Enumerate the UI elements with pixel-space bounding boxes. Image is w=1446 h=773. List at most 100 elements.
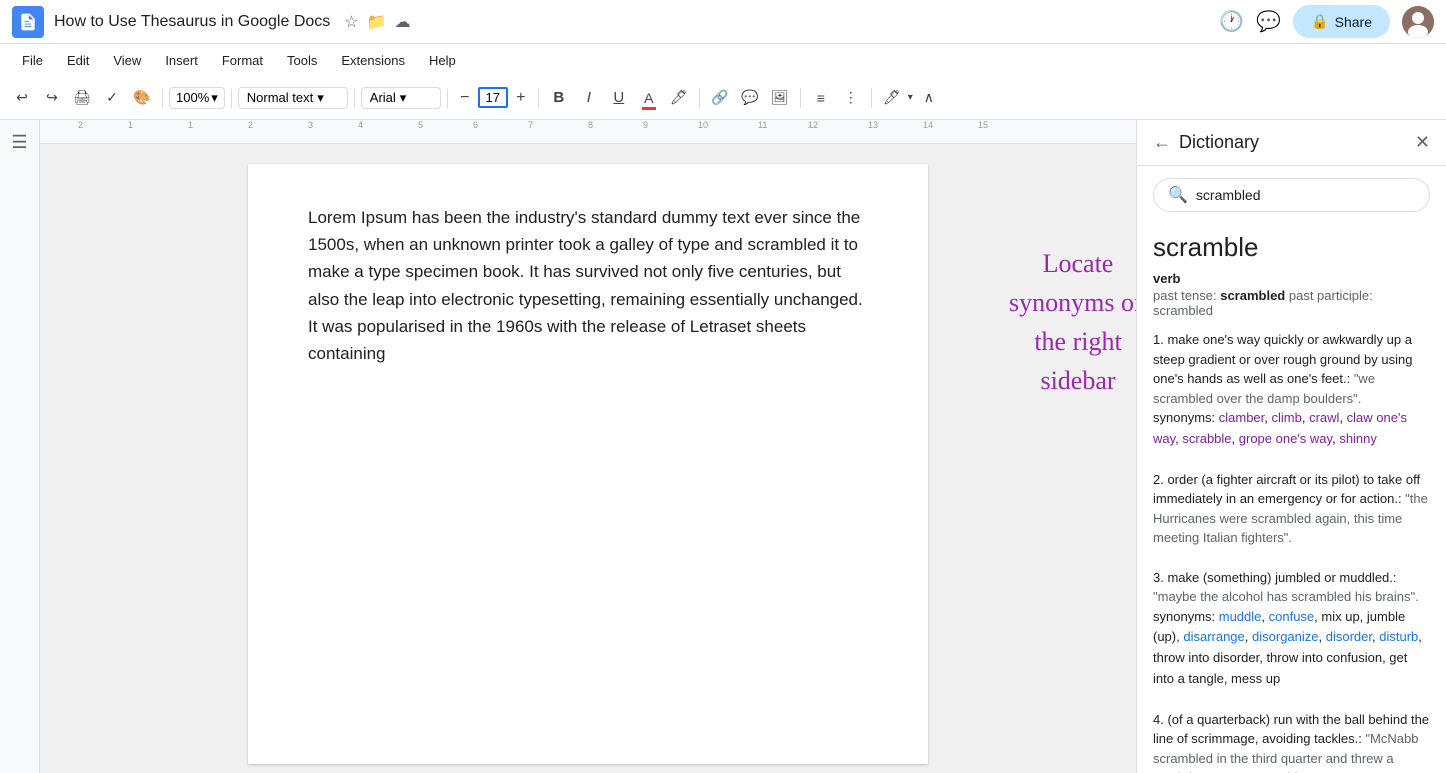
syn-shinny[interactable]: shinny — [1339, 431, 1377, 446]
dict-def-3: 3. make (something) jumbled or muddled.:… — [1153, 568, 1430, 690]
syn-disarrange[interactable]: disarrange — [1183, 629, 1244, 644]
history-icon[interactable]: 🕐 — [1219, 9, 1244, 34]
text-color-bar — [642, 107, 656, 110]
syn-grope[interactable]: grope one's way — [1239, 431, 1332, 446]
syn-disorder[interactable]: disorder — [1326, 629, 1372, 644]
font-dropdown[interactable]: Arial ▾ — [361, 87, 441, 109]
ruler-content: 2 1 1 2 3 4 5 6 7 8 9 10 11 12 13 14 15 — [48, 120, 1128, 143]
user-avatar[interactable] — [1402, 6, 1434, 38]
menu-insert[interactable]: Insert — [155, 49, 208, 72]
syn-muddle[interactable]: muddle — [1219, 609, 1262, 624]
font-size-control: − 17 + — [454, 87, 532, 109]
separator-4 — [447, 88, 448, 108]
text-color-button[interactable]: A — [635, 84, 663, 112]
menu-help[interactable]: Help — [419, 49, 466, 72]
redo-button[interactable]: ↪ — [38, 84, 66, 112]
search-icon: 🔍 — [1168, 185, 1188, 205]
highlight-button[interactable]: 🖊 — [665, 84, 693, 112]
spellcheck-button[interactable]: ✓ — [98, 84, 126, 112]
dict-search-input[interactable] — [1196, 187, 1415, 203]
dict-def-1-text: 1. make one's way quickly or awkwardly u… — [1153, 332, 1412, 406]
main-area: ☰ 2 1 1 2 3 4 5 6 7 8 9 10 11 12 13 14 — [0, 120, 1446, 773]
zoom-value: 100% — [176, 90, 209, 105]
comment-button[interactable]: 💬 — [736, 84, 764, 112]
font-size-increase[interactable]: + — [510, 87, 532, 109]
zoom-dropdown[interactable]: 100% ▾ — [169, 87, 225, 109]
title-right: 🕐 💬 🔒 Share — [1219, 5, 1434, 38]
dict-def-4: 4. (of a quarterback) run with the ball … — [1153, 710, 1430, 773]
star-icon[interactable]: ☆ — [344, 12, 358, 32]
ruler-mark: 4 — [358, 120, 363, 130]
ruler-mark: 12 — [808, 120, 818, 130]
pen-button[interactable]: 🖊 — [878, 84, 906, 112]
menu-tools[interactable]: Tools — [277, 49, 327, 72]
separator-8 — [871, 88, 872, 108]
dict-part-of-speech: verb — [1137, 267, 1446, 286]
font-size-decrease[interactable]: − — [454, 87, 476, 109]
document-body[interactable]: Lorem Ipsum has been the industry's stan… — [308, 204, 868, 367]
document-area: 2 1 1 2 3 4 5 6 7 8 9 10 11 12 13 14 15 — [40, 120, 1136, 773]
undo-button[interactable]: ↩ — [8, 84, 36, 112]
style-value: Normal text — [247, 90, 313, 105]
align-button[interactable]: ≡ — [807, 84, 835, 112]
menu-extensions[interactable]: Extensions — [331, 49, 415, 72]
bold-button[interactable]: B — [545, 84, 573, 112]
collapse-toolbar-button[interactable]: ∧ — [915, 84, 943, 112]
toolbar: ↩ ↪ 🖨 ✓ 🎨 100% ▾ Normal text ▾ Arial ▾ −… — [0, 76, 1446, 120]
style-chevron: ▾ — [317, 90, 324, 106]
dict-def-1-synonyms: synonyms: clamber, climb, crawl, claw on… — [1153, 408, 1430, 450]
syn-disorganize[interactable]: disorganize — [1252, 629, 1319, 644]
syn-confuse[interactable]: confuse — [1269, 609, 1315, 624]
ruler-mark: 5 — [418, 120, 423, 130]
ruler-mark: 8 — [588, 120, 593, 130]
app-icon — [12, 6, 44, 38]
menu-format[interactable]: Format — [212, 49, 273, 72]
dict-title: Dictionary — [1179, 132, 1407, 153]
dict-def-2: 2. order (a fighter aircraft or its pilo… — [1153, 470, 1430, 548]
document-page: Lorem Ipsum has been the industry's stan… — [248, 164, 928, 764]
link-button[interactable]: 🔗 — [706, 84, 734, 112]
outline-icon[interactable]: ☰ — [11, 132, 27, 153]
menu-edit[interactable]: Edit — [57, 49, 99, 72]
style-dropdown[interactable]: Normal text ▾ — [238, 87, 348, 109]
chat-icon[interactable]: 💬 — [1256, 9, 1281, 34]
italic-button[interactable]: I — [575, 84, 603, 112]
image-button[interactable]: 🖼 — [766, 84, 794, 112]
title-bar: How to Use Thesaurus in Google Docs ☆ 📁 … — [0, 0, 1446, 44]
dict-headword: scramble — [1137, 224, 1446, 267]
paint-format-button[interactable]: 🎨 — [128, 84, 156, 112]
dict-def-2-text: 2. order (a fighter aircraft or its pilo… — [1153, 472, 1428, 546]
share-button[interactable]: 🔒 Share — [1293, 5, 1390, 38]
separator-6 — [699, 88, 700, 108]
syn-crawl[interactable]: crawl — [1309, 410, 1339, 425]
syn-disturb[interactable]: disturb — [1379, 629, 1418, 644]
font-size-value[interactable]: 17 — [478, 87, 508, 108]
print-button[interactable]: 🖨 — [68, 84, 96, 112]
annotation-text: Locatesynonyms onthe rightsidebar — [948, 244, 1136, 400]
folder-icon[interactable]: 📁 — [367, 12, 387, 32]
ruler-mark: 6 — [473, 120, 478, 130]
more-options-button[interactable]: ⋮ — [837, 84, 865, 112]
ruler: 2 1 1 2 3 4 5 6 7 8 9 10 11 12 13 14 15 — [40, 120, 1136, 144]
cloud-icon[interactable]: ☁ — [395, 12, 411, 32]
dict-close-button[interactable]: ✕ — [1415, 132, 1430, 153]
dict-def-4-text: 4. (of a quarterback) run with the ball … — [1153, 712, 1429, 773]
syn-scrabble[interactable]: scrabble — [1182, 431, 1231, 446]
ruler-mark: 10 — [698, 120, 708, 130]
ruler-mark: 1 — [128, 120, 133, 130]
dict-back-button[interactable]: ← — [1153, 132, 1171, 153]
syn-climb[interactable]: climb — [1272, 410, 1302, 425]
menu-file[interactable]: File — [12, 49, 53, 72]
dict-search-box: 🔍 — [1153, 178, 1430, 212]
syn-clamber[interactable]: clamber — [1219, 410, 1265, 425]
underline-button[interactable]: U — [605, 84, 633, 112]
separator-3 — [354, 88, 355, 108]
separator-2 — [231, 88, 232, 108]
ruler-mark: 13 — [868, 120, 878, 130]
separator-7 — [800, 88, 801, 108]
font-value: Arial — [370, 90, 396, 105]
dict-definitions: 1. make one's way quickly or awkwardly u… — [1137, 330, 1446, 773]
menu-bar: File Edit View Insert Format Tools Exten… — [0, 44, 1446, 76]
menu-view[interactable]: View — [103, 49, 151, 72]
ruler-mark: 7 — [528, 120, 533, 130]
